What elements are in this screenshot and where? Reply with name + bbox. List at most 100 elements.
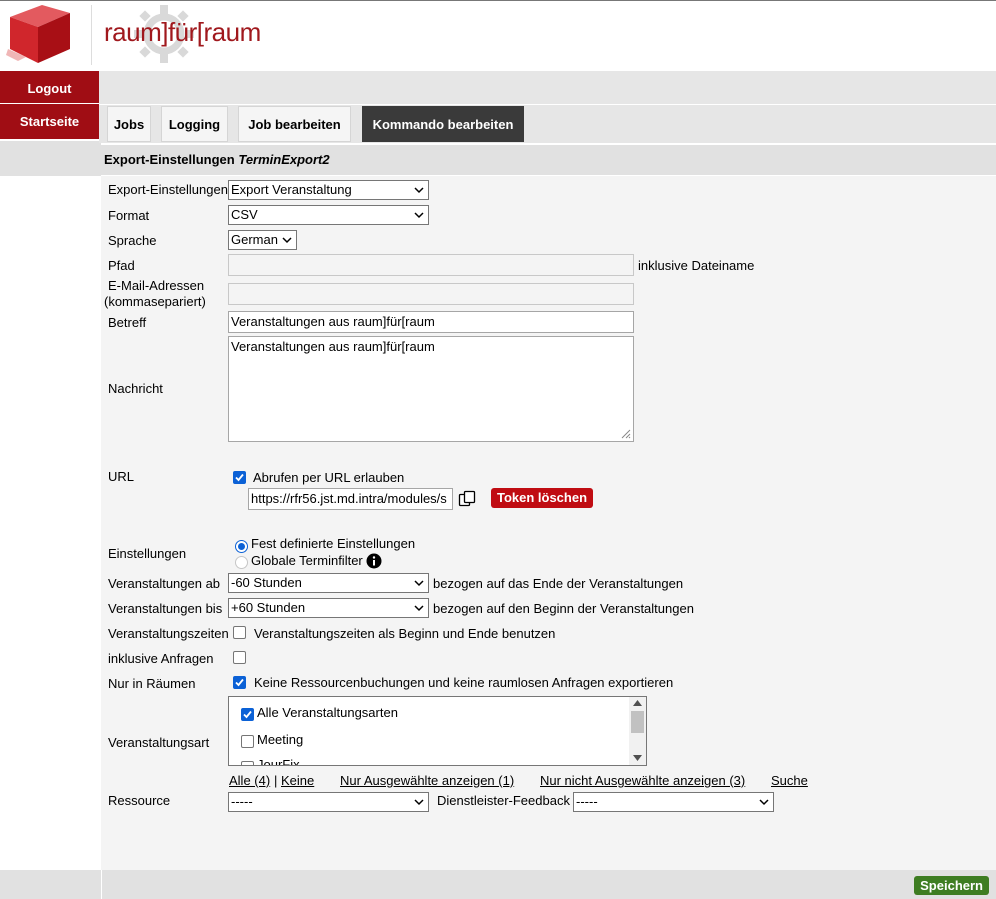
language-label: Sprache bbox=[108, 233, 157, 248]
show-unselected-link[interactable]: Nur nicht Ausgewählte anzeigen (3) bbox=[540, 773, 745, 788]
from-suffix: bezogen auf das Ende der Veranstaltungen bbox=[433, 576, 684, 591]
token-delete-button[interactable]: Token löschen bbox=[491, 488, 593, 508]
copy-icon[interactable] bbox=[458, 490, 476, 508]
export-settings-label: Export-Einstellungen bbox=[108, 182, 228, 197]
to-label: Veranstaltungen bis bbox=[108, 601, 223, 616]
show-selected-link[interactable]: Nur Ausgewählte anzeigen (1) bbox=[340, 773, 514, 788]
chevron-down-icon bbox=[282, 237, 292, 244]
tab-logging[interactable]: Logging bbox=[161, 106, 228, 142]
tab-bar: Jobs Logging Job bearbeiten Kommando bea… bbox=[99, 104, 996, 143]
email-label-line2: (kommasepariert) bbox=[104, 294, 206, 309]
requests-checkbox[interactable] bbox=[233, 651, 246, 664]
settings-global-radio[interactable] bbox=[235, 556, 248, 569]
tab-job-edit[interactable]: Job bearbeiten bbox=[238, 106, 351, 142]
from-select[interactable]: -60 Stunden bbox=[228, 573, 429, 593]
resize-handle-icon[interactable] bbox=[619, 427, 631, 439]
rooms-only-label: Nur in Räumen bbox=[108, 676, 196, 691]
tab-jobs[interactable]: Jobs bbox=[107, 106, 151, 142]
logout-button[interactable]: Logout bbox=[0, 71, 99, 104]
path-input[interactable] bbox=[228, 254, 634, 276]
logo-cube-icon bbox=[6, 5, 70, 63]
url-label: URL bbox=[108, 469, 135, 484]
event-type-label: Veranstaltungsart bbox=[108, 735, 210, 750]
email-input[interactable] bbox=[228, 283, 634, 305]
url-allow-label: Abrufen per URL erlauben bbox=[253, 470, 405, 485]
top-bar bbox=[99, 71, 996, 104]
path-label: Pfad bbox=[108, 258, 135, 273]
resource-value: ----- bbox=[231, 794, 253, 809]
section-title: Export-Einstellungen bbox=[104, 152, 235, 167]
scroll-up-icon[interactable] bbox=[633, 700, 642, 706]
footer: Speichern bbox=[0, 870, 996, 899]
rooms-only-checkbox[interactable] bbox=[233, 676, 246, 689]
export-settings-select[interactable]: Export Veranstaltung bbox=[228, 180, 429, 200]
from-value: -60 Stunden bbox=[231, 575, 302, 590]
select-none-link[interactable]: Keine bbox=[281, 773, 314, 788]
search-link[interactable]: Suche bbox=[771, 773, 808, 788]
left-nav: Logout Startseite bbox=[0, 71, 99, 140]
times-checkbox-label: Veranstaltungszeiten als Beginn und Ende… bbox=[254, 626, 556, 641]
event-type-meeting-label: Meeting bbox=[257, 732, 304, 747]
settings-fixed-label: Fest definierte Einstellungen bbox=[251, 536, 416, 551]
format-select[interactable]: CSV bbox=[228, 205, 429, 225]
event-type-all-label: Alle Veranstaltungsarten bbox=[257, 705, 398, 720]
requests-label: inklusive Anfragen bbox=[108, 651, 214, 666]
scroll-thumb[interactable] bbox=[631, 711, 644, 733]
event-type-jourfix-label: JourFix bbox=[257, 757, 300, 766]
chevron-down-icon bbox=[759, 799, 769, 806]
save-button[interactable]: Speichern bbox=[914, 876, 989, 895]
provider-feedback-value: ----- bbox=[576, 794, 598, 809]
settings-label: Einstellungen bbox=[108, 546, 187, 561]
to-select[interactable]: +60 Stunden bbox=[228, 598, 429, 618]
chevron-down-icon bbox=[414, 799, 424, 806]
left-strip bbox=[0, 176, 101, 870]
event-type-list[interactable]: Alle Veranstaltungsarten Meeting JourFix bbox=[228, 696, 647, 766]
url-input[interactable]: https://rfr56.jst.md.intra/modules/s bbox=[248, 488, 453, 510]
chevron-down-icon bbox=[414, 187, 424, 194]
resource-select[interactable]: ----- bbox=[228, 792, 429, 812]
export-settings-value: Export Veranstaltung bbox=[231, 182, 352, 197]
select-all-link[interactable]: Alle (4) bbox=[229, 773, 270, 788]
resource-label: Ressource bbox=[108, 793, 171, 808]
language-select[interactable]: German bbox=[228, 230, 297, 250]
event-type-meeting-checkbox[interactable] bbox=[241, 735, 254, 748]
message-label: Nachricht bbox=[108, 381, 163, 396]
header: raum]für[raum bbox=[0, 1, 996, 71]
check-icon bbox=[235, 473, 244, 482]
check-icon bbox=[243, 710, 252, 719]
path-hint: inklusive Dateiname bbox=[638, 258, 755, 273]
provider-feedback-select[interactable]: ----- bbox=[573, 792, 774, 812]
settings-global-label: Globale Terminfilter bbox=[251, 553, 363, 568]
info-icon[interactable] bbox=[366, 553, 382, 569]
chevron-down-icon bbox=[414, 212, 424, 219]
chevron-down-icon bbox=[414, 580, 424, 587]
chevron-down-icon bbox=[414, 605, 424, 612]
section-job-name: TerminExport2 bbox=[238, 152, 330, 167]
format-label: Format bbox=[108, 208, 150, 223]
check-icon bbox=[235, 678, 244, 687]
footer-left bbox=[0, 870, 102, 899]
scroll-down-icon[interactable] bbox=[633, 755, 642, 761]
settings-fixed-radio[interactable] bbox=[235, 540, 248, 553]
section-header: Export-Einstellungen TerminExport2 bbox=[101, 145, 996, 175]
event-type-all-checkbox[interactable] bbox=[241, 708, 254, 721]
subject-label: Betreff bbox=[108, 315, 147, 330]
to-suffix: bezogen auf den Beginn der Veranstaltung… bbox=[433, 601, 694, 616]
home-button[interactable]: Startseite bbox=[0, 104, 99, 140]
subject-input[interactable]: Veranstaltungen aus raum]für[raum bbox=[228, 311, 634, 333]
email-label-line1: E-Mail-Adressen bbox=[108, 278, 205, 293]
times-label: Veranstaltungszeiten bbox=[108, 626, 229, 641]
url-allow-checkbox[interactable] bbox=[233, 471, 246, 484]
provider-feedback-label: Dienstleister-Feedback bbox=[437, 793, 570, 808]
rooms-only-checkbox-label: Keine Ressourcenbuchungen und keine raum… bbox=[254, 675, 674, 690]
link-separator: | bbox=[274, 773, 278, 788]
tab-command-edit[interactable]: Kommando bearbeiten bbox=[362, 106, 524, 142]
times-checkbox[interactable] bbox=[233, 626, 246, 639]
list-scrollbar[interactable] bbox=[629, 697, 646, 765]
message-text: Veranstaltungen aus raum]für[raum bbox=[231, 339, 435, 354]
logo-text: raum]für[raum bbox=[104, 17, 261, 47]
message-textarea[interactable]: Veranstaltungen aus raum]für[raum bbox=[228, 336, 634, 442]
to-value: +60 Stunden bbox=[231, 600, 306, 615]
logo-separator bbox=[91, 5, 92, 65]
event-type-jourfix-checkbox[interactable] bbox=[241, 761, 254, 765]
